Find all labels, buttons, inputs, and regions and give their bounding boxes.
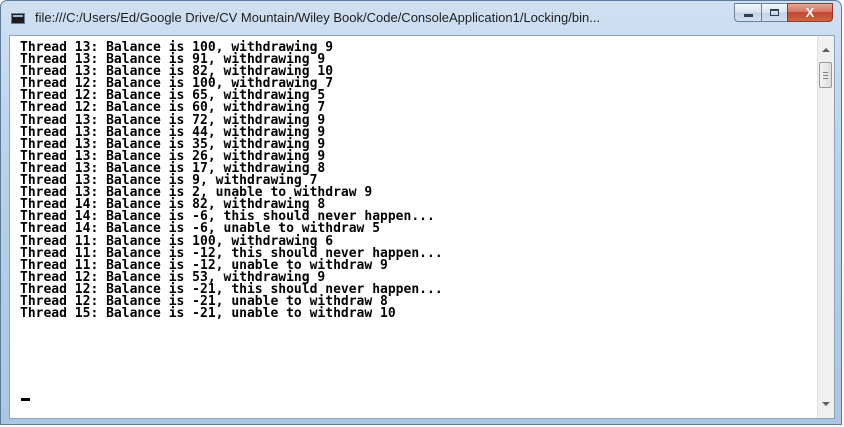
maximize-icon xyxy=(770,9,779,16)
minimize-button[interactable] xyxy=(734,3,761,22)
grip-line xyxy=(823,72,828,73)
minimize-icon xyxy=(743,14,753,17)
close-button[interactable]: X xyxy=(787,3,833,22)
title-bar[interactable]: file:///C:/Users/Ed/Google Drive/CV Moun… xyxy=(1,1,841,35)
scroll-up-arrow-icon[interactable] xyxy=(822,48,830,52)
caption-buttons: X xyxy=(734,3,833,23)
vertical-scrollbar[interactable] xyxy=(817,36,834,418)
console-app-icon[interactable] xyxy=(11,13,25,24)
console-line: Thread 15: Balance is -21, unable to wit… xyxy=(20,306,396,322)
console-window: file:///C:/Users/Ed/Google Drive/CV Moun… xyxy=(0,0,842,425)
grip-line xyxy=(823,75,828,76)
text-cursor xyxy=(21,398,30,401)
scroll-down-arrow-icon[interactable] xyxy=(822,402,830,406)
maximize-button[interactable] xyxy=(761,3,787,22)
console-output: Thread 13: Balance is 100, withdrawing 9… xyxy=(20,41,443,322)
scrollbar-thumb[interactable] xyxy=(819,62,832,88)
window-title: file:///C:/Users/Ed/Google Drive/CV Moun… xyxy=(35,10,601,25)
grip-line xyxy=(823,78,828,79)
console-output-area[interactable]: Thread 13: Balance is 100, withdrawing 9… xyxy=(9,35,835,419)
close-icon: X xyxy=(805,5,815,20)
